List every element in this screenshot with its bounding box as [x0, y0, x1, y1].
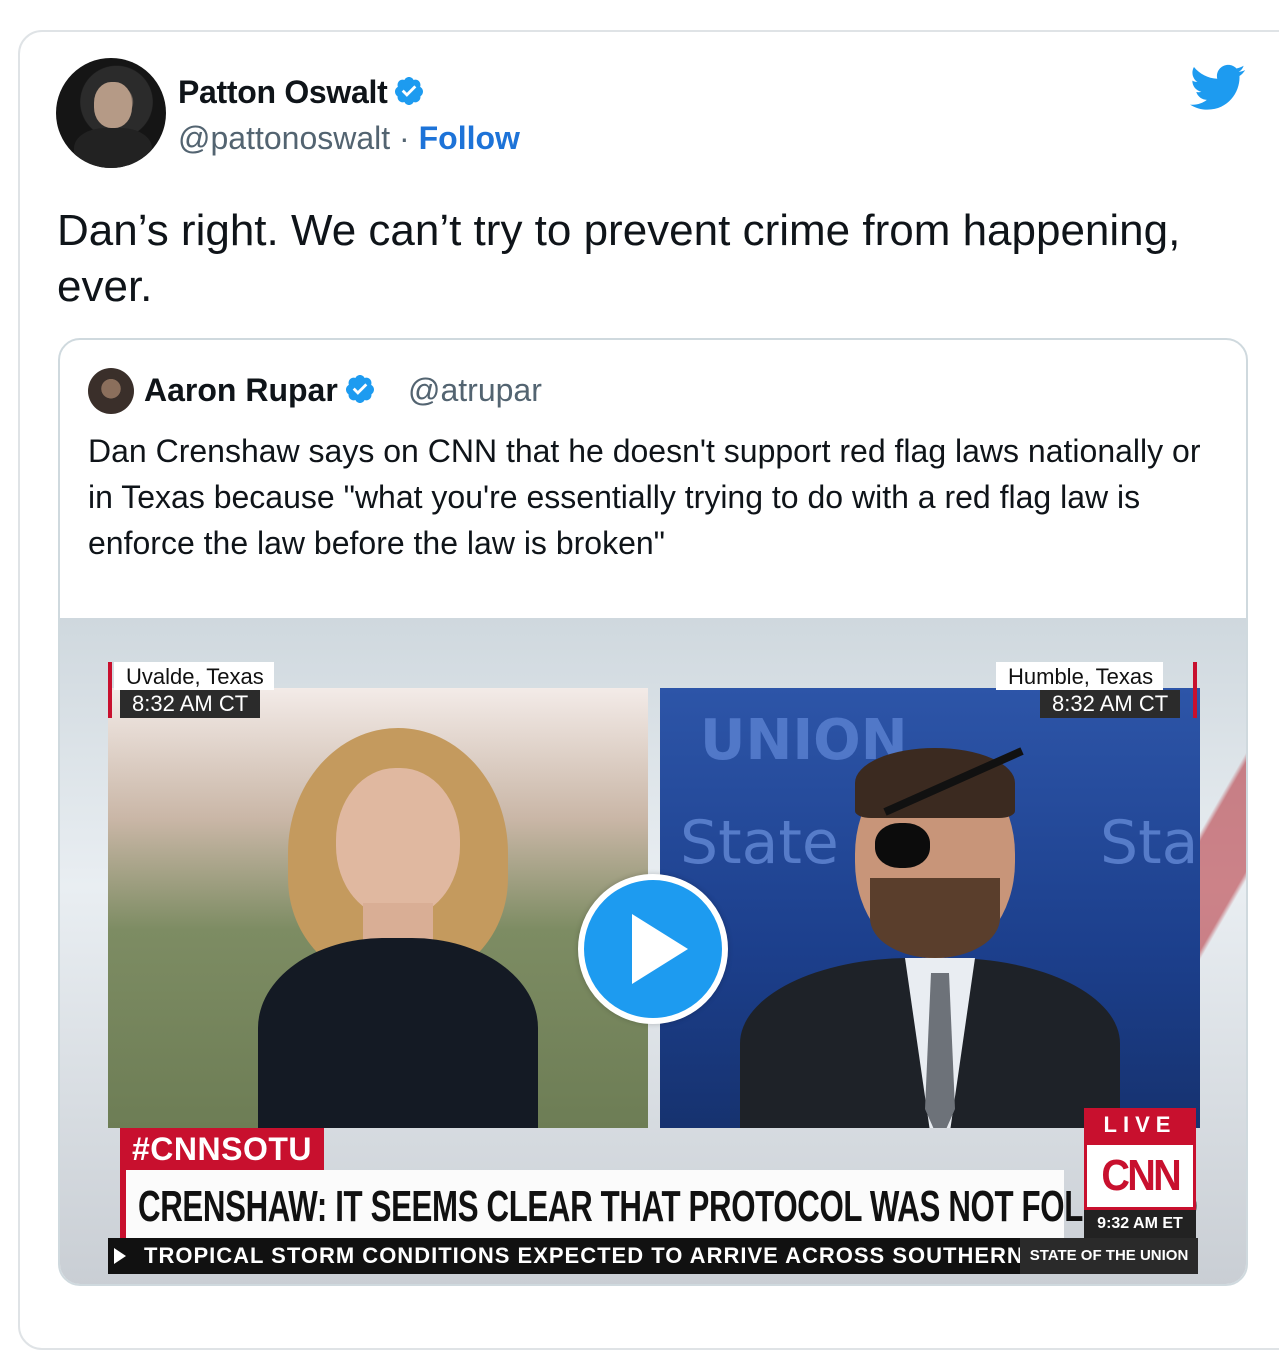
left-location-label: Uvalde, Texas [114, 662, 274, 690]
tweet-text: Dan’s right. We can’t try to prevent cri… [57, 206, 1181, 311]
author-handle[interactable]: @pattonoswalt [178, 120, 390, 156]
cnn-logo: CNN [1101, 1151, 1181, 1200]
live-badge: LIVE [1084, 1108, 1196, 1142]
video-player[interactable]: UNION State Sta Uvalde, Texas 8:32 AM CT… [60, 618, 1246, 1284]
left-location-accent [108, 662, 112, 718]
handle-separator: · [399, 120, 410, 156]
network-time: 9:32 AM ET [1084, 1210, 1196, 1238]
twitter-bird-icon[interactable] [1190, 64, 1246, 117]
quoted-tweet[interactable]: Aaron Rupar @atrupar Dan Crenshaw says o… [58, 338, 1248, 1286]
play-button[interactable] [578, 874, 728, 1024]
right-location-accent [1193, 662, 1197, 718]
author-avatar[interactable] [56, 58, 166, 168]
ticker-show-name: STATE OF THE UNION [1020, 1238, 1198, 1274]
follow-button[interactable]: Follow [419, 120, 520, 156]
background-state-text: State [680, 808, 839, 878]
author-name[interactable]: Patton Oswalt [178, 74, 425, 115]
author-handle-row: @pattonoswalt · Follow [178, 120, 520, 157]
quoted-author-avatar[interactable] [88, 368, 134, 414]
right-location-time: 8:32 AM CT [1040, 690, 1181, 718]
guest-beard [870, 878, 1000, 958]
headline-text: CRENSHAW: IT SEEMS CLEAR THAT PROTOCOL W… [138, 1182, 1198, 1231]
left-location-time: 8:32 AM CT [120, 690, 261, 718]
anchor-dress [258, 938, 538, 1128]
ticker-arrow-icon [114, 1248, 126, 1264]
avatar-shirt [74, 128, 152, 168]
left-video-pane [108, 688, 648, 1128]
news-ticker: TROPICAL STORM CONDITIONS EXPECTED TO AR… [108, 1238, 1198, 1274]
guest-hair [855, 748, 1015, 818]
avatar-face [94, 82, 132, 128]
right-video-pane: UNION State Sta [660, 688, 1200, 1128]
headline-banner: CRENSHAW: IT SEEMS CLEAR THAT PROTOCOL W… [120, 1170, 1198, 1248]
author-name-text[interactable]: Patton Oswalt [178, 74, 388, 110]
network-logo-box: CNN [1084, 1142, 1196, 1210]
background-state-text-2: Sta [1100, 808, 1199, 878]
quoted-author-handle[interactable]: @atrupar [408, 372, 542, 409]
hashtag-label: #CNNSOTU [120, 1128, 325, 1170]
ticker-text: TROPICAL STORM CONDITIONS EXPECTED TO AR… [144, 1243, 1024, 1268]
play-icon [632, 914, 688, 984]
quoted-author-name-text[interactable]: Aaron Rupar [144, 372, 338, 408]
eyepatch [875, 823, 930, 868]
anchor-face [336, 768, 460, 918]
quoted-tweet-text: Dan Crenshaw says on CNN that he doesn't… [88, 433, 1201, 561]
right-location-label: Humble, Texas [996, 662, 1164, 690]
verified-badge-icon [393, 75, 425, 115]
quoted-author-name[interactable]: Aaron Rupar [144, 372, 376, 413]
verified-badge-icon [344, 373, 376, 413]
